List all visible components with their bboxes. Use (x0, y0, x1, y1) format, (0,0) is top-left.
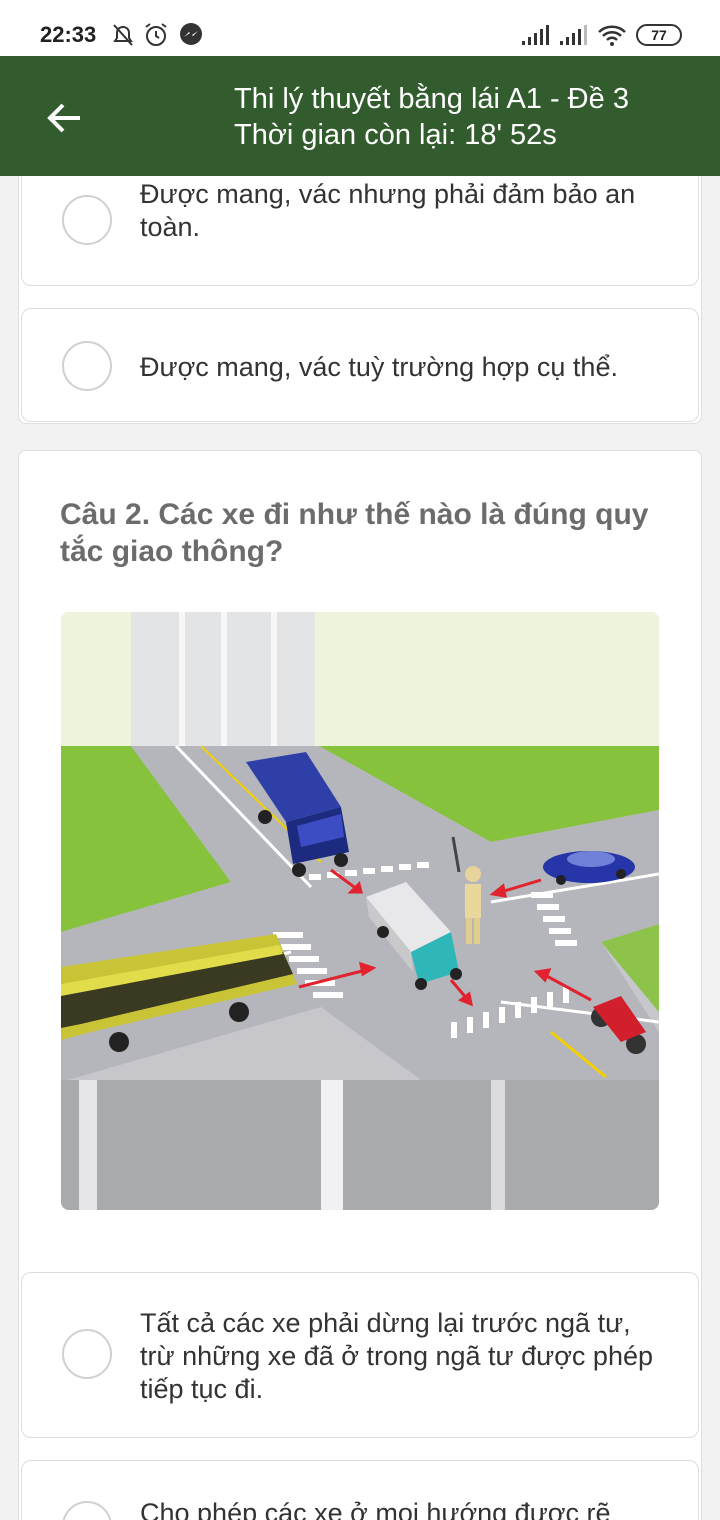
status-time: 22:33 (40, 22, 97, 47)
answer-text: Cho phép các xe ở mọi hướng được rẽ (140, 1498, 611, 1520)
wifi-icon (598, 25, 626, 46)
answer-radio[interactable] (62, 195, 112, 245)
answer-option[interactable]: Tất cả các xe phải dừng lại trước ngã tư… (21, 1272, 699, 1438)
question-title: Câu 2. Các xe đi như thế nào là đúng quy… (60, 498, 649, 568)
battery-icon: 77 (636, 24, 682, 46)
signal-icon (560, 25, 587, 45)
answer-radio[interactable] (62, 1501, 112, 1520)
answer-radio[interactable] (62, 1329, 112, 1379)
time-remaining: Thời gian còn lại: 18' 52s (234, 119, 557, 151)
battery-level: 77 (651, 27, 667, 43)
answer-option[interactable]: Cho phép các xe ở mọi hướng được rẽ (21, 1460, 699, 1520)
back-button[interactable] (36, 94, 92, 142)
answer-option[interactable]: Được mang, vác tuỳ trường hợp cụ thể. (21, 308, 699, 422)
arrow-left-icon (47, 103, 80, 133)
status-bar: 22:33 77 (0, 0, 720, 56)
answer-text: Được mang, vác nhưng phải đảm bảo an toà… (140, 179, 636, 242)
mute-icon (113, 24, 133, 46)
app-header: Thi lý thuyết bằng lái A1 - Đề 3 Thời gi… (0, 56, 720, 176)
intersection-illustration (61, 612, 659, 1210)
page-title: Thi lý thuyết bằng lái A1 - Đề 3 (234, 83, 629, 115)
question-list[interactable]: Được mang, vác nhưng phải đảm bảo an toà… (0, 176, 720, 1520)
answer-radio[interactable] (62, 341, 112, 391)
signal-icon (522, 25, 549, 45)
answer-text: Được mang, vác tuỳ trường hợp cụ thể. (140, 352, 618, 382)
messenger-icon (180, 23, 202, 45)
answer-option[interactable]: Được mang, vác nhưng phải đảm bảo an toà… (21, 176, 699, 286)
question-image (61, 612, 659, 1210)
alarm-icon (145, 23, 167, 46)
answer-text: Tất cả các xe phải dừng lại trước ngã tư… (140, 1308, 653, 1404)
